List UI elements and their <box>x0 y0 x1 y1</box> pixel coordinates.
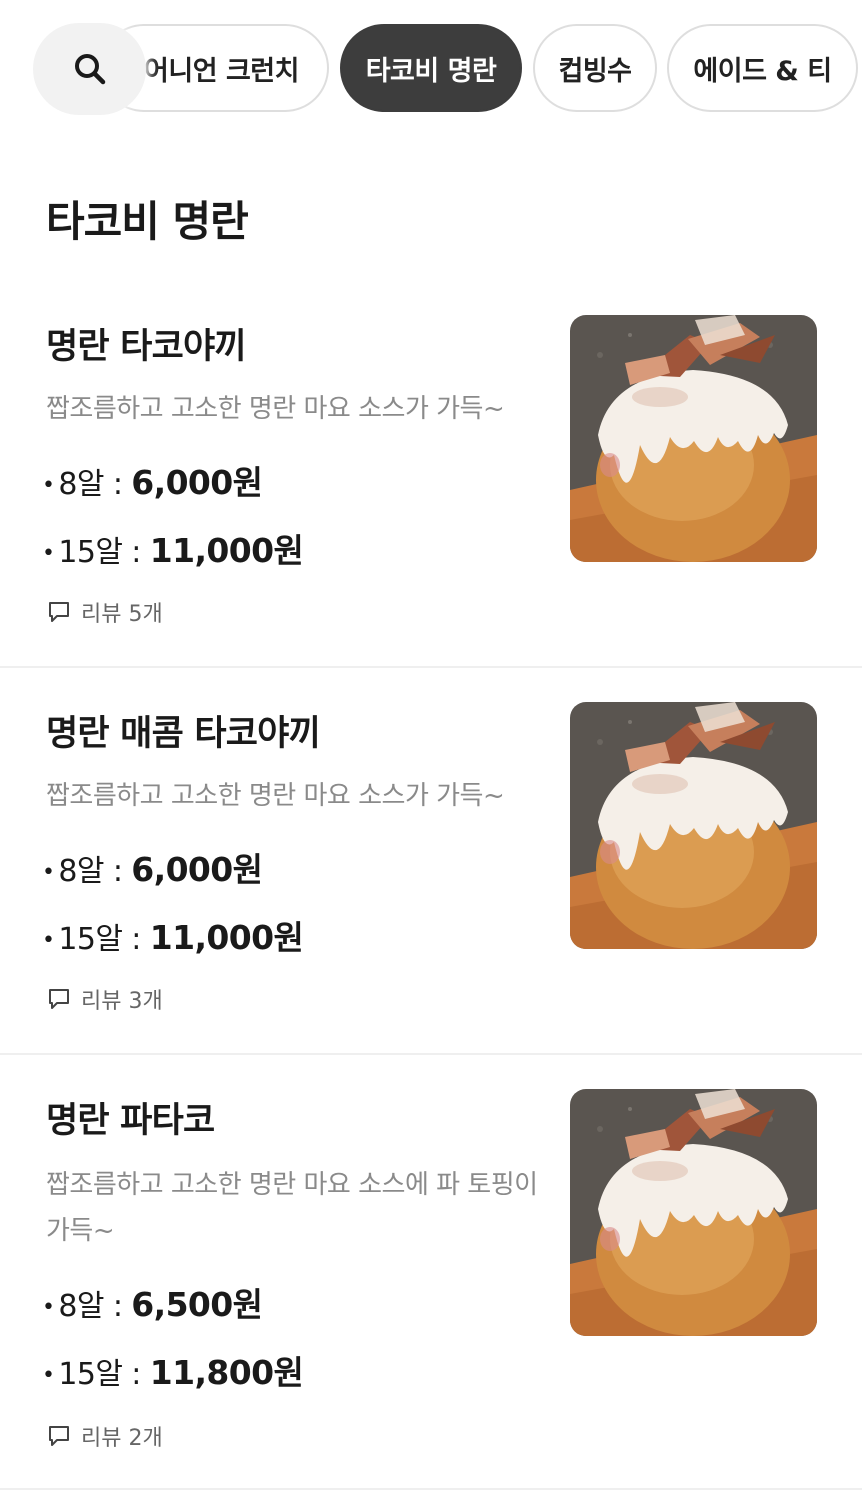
menu-item-name: 명란 타코야끼 <box>46 327 247 367</box>
review-label: 리뷰 5개 <box>81 602 163 627</box>
review-count[interactable]: 리뷰 2개 <box>47 1420 163 1452</box>
menu-item[interactable]: 명란 파타코 짭조름하고 고소한 명란 마요 소스에 파 토핑이 가득~ • 8알… <box>0 1089 862 1490</box>
price-amount: 6,000원 <box>131 463 263 502</box>
menu-item-price: • 8알 : 6,500원 <box>42 1285 263 1324</box>
price-amount: 6,500원 <box>131 1285 263 1324</box>
price-label: 8알 : <box>58 1289 132 1324</box>
menu-item-photo[interactable] <box>570 1089 817 1336</box>
menu-item-price: • 15알 : 11,800원 <box>42 1353 304 1392</box>
category-tab-cup-bingsu[interactable]: 컵빙수 <box>533 24 657 112</box>
price-label: 8알 : <box>58 467 132 502</box>
menu-item-photo[interactable] <box>570 315 817 562</box>
price-label: 8알 : <box>58 854 132 889</box>
price-label: 15알 : <box>58 922 150 957</box>
menu-item-photo[interactable] <box>570 702 817 949</box>
price-amount: 11,800원 <box>149 1353 304 1392</box>
menu-item-price: • 15알 : 11,000원 <box>42 918 304 957</box>
takoyaki-photo <box>570 702 817 949</box>
price-amount: 6,000원 <box>131 850 263 889</box>
menu-item[interactable]: 명란 타코야끼 짭조름하고 고소한 명란 마요 소스가 가득~ • 8알 : 6,… <box>0 315 862 668</box>
search-button[interactable] <box>33 23 146 115</box>
menu-item-description: 짭조름하고 고소한 명란 마요 소스가 가득~ <box>46 394 505 424</box>
category-tab-bar: 어니언 크런치 타코비 명란 컵빙수 에이드 & 티 <box>0 0 862 140</box>
category-tab-label: 에이드 & 티 <box>693 55 832 87</box>
price-amount: 11,000원 <box>149 918 304 957</box>
menu-item-description: 짭조름하고 고소한 명란 마요 소스에 파 토핑이 가득~ <box>46 1170 538 1246</box>
category-tab-ade-tea[interactable]: 에이드 & 티 <box>667 24 858 112</box>
menu-item-price: • 8알 : 6,000원 <box>42 463 263 502</box>
takoyaki-photo <box>570 1089 817 1336</box>
menu-item-price: • 15알 : 11,000원 <box>42 531 304 570</box>
takoyaki-photo <box>570 315 817 562</box>
menu-item[interactable]: 명란 매콤 타코야끼 짭조름하고 고소한 명란 마요 소스가 가득~ • 8알 :… <box>0 702 862 1055</box>
category-tab-label: 어니언 크런치 <box>144 55 299 87</box>
price-label: 15알 : <box>58 1357 150 1392</box>
menu-item-description: 짭조름하고 고소한 명란 마요 소스가 가득~ <box>46 781 505 811</box>
category-tab-tacobi-myeongran[interactable]: 타코비 명란 <box>340 24 522 112</box>
review-label: 리뷰 3개 <box>81 989 163 1014</box>
review-label: 리뷰 2개 <box>81 1426 163 1451</box>
review-count[interactable]: 리뷰 3개 <box>47 983 163 1015</box>
review-count[interactable]: 리뷰 5개 <box>47 596 163 628</box>
price-label: 15알 : <box>58 535 150 570</box>
category-tab-label: 타코비 명란 <box>365 55 497 87</box>
category-tab-label: 컵빙수 <box>558 55 632 87</box>
speech-bubble-icon <box>49 602 69 622</box>
section-title: 타코비 명란 <box>46 197 249 246</box>
search-icon <box>74 54 105 85</box>
speech-bubble-icon <box>49 989 69 1009</box>
menu-item-price: • 8알 : 6,000원 <box>42 850 263 889</box>
menu-item-name: 명란 파타코 <box>46 1101 215 1141</box>
price-amount: 11,000원 <box>149 531 304 570</box>
menu-item-name: 명란 매콤 타코야끼 <box>46 714 321 754</box>
speech-bubble-icon <box>49 1426 69 1446</box>
